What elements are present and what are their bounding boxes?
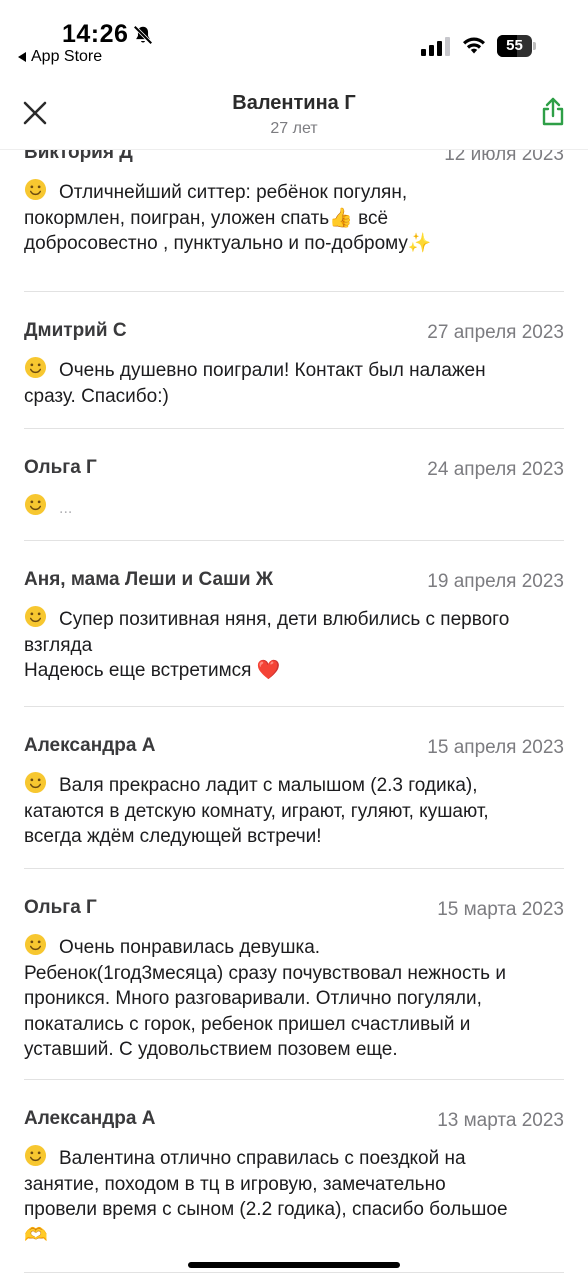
smile-emoji-icon <box>24 933 47 956</box>
back-app-label: App Store <box>31 48 103 65</box>
review-date: 27 апреля 2023 <box>427 322 564 343</box>
review-author: Виктория Д <box>24 150 133 163</box>
review-line: Надеюсь еще встретимся ❤️ <box>24 660 281 681</box>
page-title: Валентина Г <box>232 92 356 114</box>
review-line: добросовестно , пунктуально и по-доброму… <box>24 233 432 254</box>
smile-emoji-icon <box>24 605 47 628</box>
divider <box>24 291 564 292</box>
back-to-app-store[interactable]: App Store <box>18 48 102 66</box>
review-text: Валя прекрасно ладит с малышом (2.3 годи… <box>24 771 564 850</box>
divider <box>24 1079 564 1080</box>
review-date: 12 июля 2023 <box>444 150 564 165</box>
profile-header: Валентина Г 27 лет <box>0 70 588 150</box>
review-date: 24 апреля 2023 <box>427 459 564 480</box>
divider <box>24 868 564 869</box>
review-line: Очень понравилась девушка. <box>59 937 321 958</box>
divider <box>24 706 564 707</box>
review-author: Александра А <box>24 1108 156 1129</box>
smile-emoji-icon <box>24 1144 47 1167</box>
review-date: 13 марта 2023 <box>437 1110 564 1131</box>
review-text: Отличнейший ситтер: ребёнок погулян, пок… <box>24 178 564 257</box>
review-line: провели время с сыном (2.2 годика), спас… <box>24 1199 508 1220</box>
page-subtitle-age: 27 лет <box>270 120 318 137</box>
cellular-signal-icon <box>421 37 450 56</box>
review-author: Аня, мама Леши и Саши Ж <box>24 569 274 590</box>
smile-emoji-icon <box>24 178 47 201</box>
reviews-list[interactable]: Виктория Д 12 июля 2023 Отличнейший ситт… <box>0 150 588 1280</box>
review-line: 🫶 <box>24 1224 48 1246</box>
review-text: Валентина отлично справилась с поездкой … <box>24 1144 564 1248</box>
status-time: 14:26 <box>62 20 129 48</box>
share-icon <box>542 97 564 126</box>
review-author: Ольга Г <box>24 897 97 918</box>
share-button[interactable] <box>536 94 570 130</box>
review-author: Ольга Г <box>24 457 97 478</box>
review-date: 15 марта 2023 <box>437 899 564 920</box>
review-text: Очень душевно поиграли! Контакт был нала… <box>24 356 564 409</box>
review-line: Валентина отлично справилась с поездкой … <box>59 1148 466 1169</box>
review-line: проникся. Много разговаривали. Отлично п… <box>24 988 482 1009</box>
review-line: катаются в детскую комнату, играют, гуля… <box>24 800 489 822</box>
review-line: занятие, походом в тц в игровую, замечат… <box>24 1173 446 1195</box>
review-line: Очень душевно поиграли! Контакт был нала… <box>59 360 486 381</box>
divider <box>24 540 564 541</box>
review-line: Супер позитивная няня, дети влюбились с … <box>59 609 510 630</box>
review-date: 19 апреля 2023 <box>427 571 564 592</box>
battery-level-text: 55 <box>506 37 523 54</box>
smile-emoji-icon <box>24 493 47 516</box>
review-author: Дмитрий С <box>24 320 127 341</box>
review-author: Александра А <box>24 735 156 756</box>
review-line: всегда ждём следующей встречи! <box>24 826 322 847</box>
bell-off-icon <box>133 25 153 45</box>
review-line: Ребенок(1год3месяца) сразу почувствовал … <box>24 962 506 984</box>
review-text: Супер позитивная няня, дети влюбились с … <box>24 605 564 684</box>
review-line: взгляда <box>24 634 93 656</box>
smile-emoji-icon <box>24 771 47 794</box>
review-line: Отличнейший ситтер: ребёнок погулян, <box>59 182 408 203</box>
review-line: уставший. С удовольствием позовем еще. <box>24 1039 398 1060</box>
divider <box>24 428 564 429</box>
back-arrow-icon <box>18 52 26 62</box>
review-text: Очень понравилась девушка. Ребенок(1год3… <box>24 933 564 1063</box>
battery-icon: 55 <box>497 35 537 57</box>
wifi-icon <box>463 37 485 54</box>
review-text: ... <box>24 493 564 522</box>
review-date: 15 апреля 2023 <box>427 737 564 758</box>
review-line: Валя прекрасно ладит с малышом (2.3 годи… <box>59 775 478 796</box>
review-line: покормлен, поигран, уложен спать👍 всё <box>24 207 389 229</box>
status-bar: 14:26 App Store 55 <box>0 0 588 70</box>
review-line: покатались с горок, ребенок пришел счаст… <box>24 1013 471 1035</box>
divider <box>24 1272 564 1273</box>
review-line: ... <box>59 500 73 517</box>
smile-emoji-icon <box>24 356 47 379</box>
home-indicator[interactable] <box>188 1262 400 1268</box>
review-line: сразу. Спасибо:) <box>24 385 169 407</box>
